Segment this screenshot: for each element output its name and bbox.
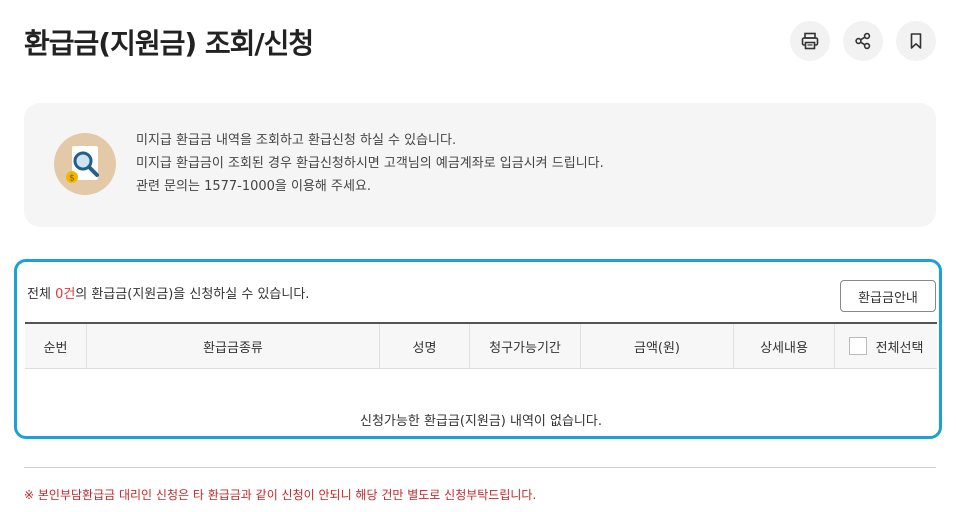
refund-list-panel: 전체 0건의 환급금(지원금)을 신청하실 수 있습니다. 환급금안내 순번 환… xyxy=(14,259,942,439)
count-suffix: 의 환급금(지원금)을 신청하실 수 있습니다. xyxy=(75,287,310,302)
select-all-label[interactable]: 전체선택 xyxy=(876,337,924,356)
bookmark-icon xyxy=(910,33,922,49)
count-prefix: 전체 xyxy=(27,287,56,302)
col-number: 순번 xyxy=(25,324,87,368)
info-line: 관련 문의는 1577-1000을 이용해 주세요. xyxy=(136,179,372,194)
notice-text: ※ 본인부담환급금 대리인 신청은 타 환급금과 같이 신청이 안되니 해당 건… xyxy=(24,488,537,502)
svg-text:$: $ xyxy=(69,174,75,184)
divider xyxy=(24,467,936,468)
empty-message: 신청가능한 환급금(지원금) 내역이 없습니다. xyxy=(360,414,602,429)
share-button[interactable] xyxy=(843,21,883,61)
table-header: 순번 환급금종류 성명 청구가능기간 금액(원) 상세내용 전체선택 xyxy=(25,324,937,369)
col-refund-type: 환급금종류 xyxy=(87,324,380,368)
col-name: 성명 xyxy=(380,324,470,368)
col-select-all: 전체선택 xyxy=(835,324,937,368)
info-box: $ 미지급 환급금 내역을 조회하고 환급신청 하실 수 있습니다. 미지급 환… xyxy=(24,103,936,227)
print-button[interactable] xyxy=(790,21,830,61)
col-claim-period: 청구가능기간 xyxy=(470,324,581,368)
col-amount: 금액(원) xyxy=(581,324,734,368)
count-number: 0건 xyxy=(55,287,76,302)
info-line: 미지급 환급금 내역을 조회하고 환급신청 하실 수 있습니다. xyxy=(136,133,457,148)
page-title: 환급금(지원금) 조회/신청 xyxy=(24,27,314,60)
magnifier-document-icon: $ xyxy=(54,133,116,195)
refund-guide-button[interactable]: 환급금안내 xyxy=(840,280,936,312)
share-icon xyxy=(855,32,871,50)
info-line: 미지급 환급금이 조회된 경우 환급신청하시면 고객님의 예금계좌로 입금시켜 … xyxy=(136,156,604,171)
count-summary: 전체 0건의 환급금(지원금)을 신청하실 수 있습니다. xyxy=(27,283,309,302)
col-details: 상세내용 xyxy=(734,324,835,368)
select-all-checkbox[interactable] xyxy=(848,337,867,355)
empty-row: 신청가능한 환급금(지원금) 내역이 없습니다. xyxy=(25,369,937,435)
info-text: 미지급 환급금 내역을 조회하고 환급신청 하실 수 있습니다. 미지급 환급금… xyxy=(136,129,604,198)
refund-table: 순번 환급금종류 성명 청구가능기간 금액(원) 상세내용 전체선택 신청가능한… xyxy=(25,322,937,435)
print-icon xyxy=(801,32,819,50)
bookmark-button[interactable] xyxy=(896,21,936,61)
